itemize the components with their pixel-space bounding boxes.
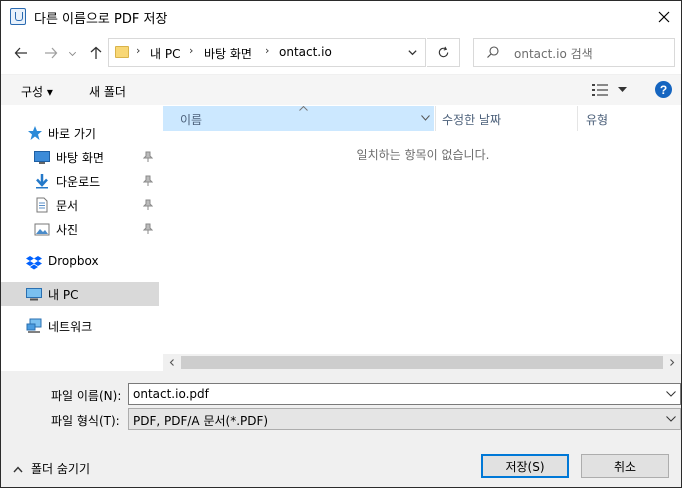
command-bar: 구성 ▾ 새 폴더 bbox=[1, 74, 681, 105]
refresh-button[interactable] bbox=[427, 38, 460, 67]
arrow-left-icon bbox=[14, 47, 27, 59]
search-placeholder: ontact.io 검색 bbox=[514, 47, 593, 61]
app-icon bbox=[10, 8, 26, 25]
title-bar: 다른 이름으로 PDF 저장 bbox=[1, 1, 681, 33]
close-button[interactable] bbox=[647, 1, 681, 33]
network-icon bbox=[26, 318, 42, 333]
arrow-right-icon bbox=[45, 47, 58, 59]
view-dropdown-icon[interactable] bbox=[618, 87, 627, 93]
nav-item-network[interactable]: 네트워크 bbox=[1, 314, 159, 338]
nav-item-documents[interactable]: 문서 bbox=[1, 193, 159, 217]
filetype-dropdown-button[interactable] bbox=[664, 412, 678, 426]
column-header-name[interactable]: 이름 bbox=[163, 106, 434, 131]
organize-menu-button[interactable]: 구성 ▾ bbox=[21, 83, 53, 100]
file-list[interactable]: 이름 수정한 날짜 유형 일치하는 항목이 없습니다. bbox=[163, 106, 681, 370]
pin-icon[interactable] bbox=[143, 223, 153, 235]
star-icon bbox=[28, 126, 42, 140]
filename-value: ontact.io.pdf bbox=[133, 387, 209, 401]
filetype-select[interactable]: PDF, PDF/A 문서(*.PDF) bbox=[128, 408, 681, 430]
filename-label: 파일 이름(N): bbox=[51, 389, 122, 403]
breadcrumb-separator: › bbox=[136, 44, 141, 57]
window-title: 다른 이름으로 PDF 저장 bbox=[34, 12, 168, 27]
back-button[interactable] bbox=[11, 42, 31, 64]
nav-label: 다운로드 bbox=[56, 175, 101, 189]
empty-list-message: 일치하는 항목이 없습니다. bbox=[356, 148, 490, 162]
pin-icon[interactable] bbox=[143, 175, 153, 187]
computer-icon bbox=[26, 288, 42, 301]
pictures-icon bbox=[34, 223, 50, 236]
address-dropdown-button[interactable] bbox=[403, 43, 421, 61]
folder-icon bbox=[115, 46, 129, 58]
close-icon bbox=[658, 11, 670, 23]
breadcrumb-separator: › bbox=[265, 44, 270, 57]
desktop-icon bbox=[34, 151, 50, 164]
address-bar[interactable]: › 내 PC › 바탕 화면 › ontact.io bbox=[108, 38, 426, 67]
breadcrumb-ontact[interactable]: ontact.io bbox=[279, 45, 332, 59]
hide-folders-button[interactable]: 폴더 숨기기 bbox=[13, 460, 90, 477]
nav-item-this-pc[interactable]: 내 PC bbox=[1, 282, 159, 306]
nav-label: Dropbox bbox=[48, 254, 99, 268]
chevron-down-icon bbox=[68, 51, 76, 56]
pin-icon[interactable] bbox=[143, 151, 153, 163]
filename-field[interactable]: ontact.io.pdf bbox=[128, 383, 681, 405]
new-folder-button[interactable]: 새 폴더 bbox=[89, 83, 126, 100]
scrollbar-thumb[interactable] bbox=[181, 356, 663, 369]
breadcrumb-this-pc[interactable]: 내 PC bbox=[150, 45, 180, 62]
document-icon bbox=[36, 197, 48, 213]
chevron-down-icon bbox=[407, 49, 417, 55]
chevron-down-icon[interactable] bbox=[421, 115, 430, 121]
column-header-date-modified[interactable]: 수정한 날짜 bbox=[435, 106, 577, 131]
nav-item-pictures[interactable]: 사진 bbox=[1, 217, 159, 241]
nav-label: 네트워크 bbox=[48, 320, 93, 334]
filetype-value: PDF, PDF/A 문서(*.PDF) bbox=[133, 414, 269, 428]
cancel-button[interactable]: 취소 bbox=[581, 454, 669, 478]
refresh-icon bbox=[438, 46, 448, 58]
nav-label: 바탕 화면 bbox=[56, 151, 104, 165]
save-as-dialog: 다른 이름으로 PDF 저장 › 내 PC › 바탕 화면 › ontact.i… bbox=[0, 0, 682, 488]
help-icon[interactable]: ? bbox=[655, 81, 672, 98]
up-button[interactable] bbox=[86, 42, 106, 64]
save-options-area: 파일 이름(N): ontact.io.pdf 파일 형식(T): PDF, P… bbox=[1, 371, 681, 487]
column-header-type[interactable]: 유형 bbox=[577, 106, 681, 131]
nav-label: 내 PC bbox=[48, 288, 79, 302]
hide-folders-label: 폴더 숨기기 bbox=[31, 462, 91, 476]
chevron-up-icon bbox=[13, 466, 23, 473]
column-label: 유형 bbox=[586, 113, 609, 127]
nav-item-downloads[interactable]: 다운로드 bbox=[1, 169, 159, 193]
save-button[interactable]: 저장(S) bbox=[481, 454, 569, 478]
nav-label: 사진 bbox=[56, 223, 79, 237]
forward-button[interactable] bbox=[41, 42, 61, 64]
chevron-down-icon bbox=[666, 391, 676, 397]
column-label: 이름 bbox=[180, 113, 203, 127]
horizontal-scrollbar[interactable] bbox=[163, 354, 681, 371]
arrow-up-icon bbox=[90, 46, 102, 59]
nav-item-quick-access[interactable]: 바로 가기 bbox=[1, 121, 159, 145]
nav-item-desktop[interactable]: 바탕 화면 bbox=[1, 145, 159, 169]
navigation-pane: 바로 가기 바탕 화면 다운로드 문서 사진 Dropbox 내 PC 네트워크 bbox=[1, 106, 162, 370]
column-label: 수정한 날짜 bbox=[442, 113, 502, 127]
pin-icon[interactable] bbox=[143, 199, 153, 211]
download-icon bbox=[36, 174, 48, 189]
filetype-label: 파일 형식(T): bbox=[51, 414, 120, 428]
chevron-right-icon bbox=[670, 359, 675, 366]
search-input[interactable]: ontact.io 검색 bbox=[473, 38, 675, 67]
chevron-left-icon bbox=[169, 359, 174, 366]
breadcrumb-separator: › bbox=[189, 44, 194, 57]
scroll-left-button[interactable] bbox=[164, 356, 180, 369]
search-icon bbox=[487, 46, 499, 58]
nav-label: 바로 가기 bbox=[48, 127, 96, 141]
scroll-right-button[interactable] bbox=[664, 356, 680, 369]
nav-item-dropbox[interactable]: Dropbox bbox=[1, 250, 159, 274]
dropbox-icon bbox=[26, 256, 42, 270]
breadcrumb-desktop[interactable]: 바탕 화면 bbox=[204, 45, 252, 62]
recent-locations-button[interactable] bbox=[65, 42, 79, 64]
view-options-icon[interactable] bbox=[592, 84, 608, 96]
chevron-down-icon bbox=[666, 416, 676, 422]
sort-ascending-icon bbox=[299, 106, 308, 111]
nav-label: 문서 bbox=[56, 199, 79, 213]
filename-dropdown-button[interactable] bbox=[664, 387, 678, 401]
